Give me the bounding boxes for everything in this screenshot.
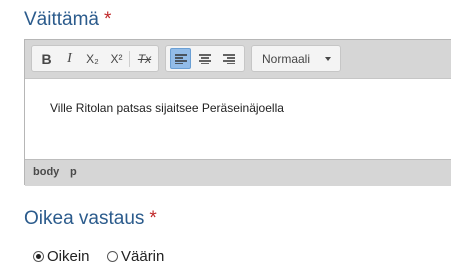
bold-button[interactable]: B (36, 48, 57, 69)
radio-label: Oikein (47, 248, 90, 265)
format-value: Normaali (262, 52, 311, 66)
path-item-p[interactable]: p (70, 166, 77, 178)
basic-styles-group: B I X₂ X² Tx (31, 45, 159, 72)
required-mark: * (103, 9, 112, 30)
radio-oikein[interactable]: Oikein (33, 248, 90, 265)
answer-heading: Oikea vastaus * (24, 208, 157, 230)
align-center-icon[interactable] (194, 48, 215, 69)
editor-toolbar: B I X₂ X² Tx Normaali (25, 40, 451, 78)
align-right-icon[interactable] (218, 48, 239, 69)
answer-label: Oikea vastaus (24, 208, 145, 229)
alignment-group (165, 45, 245, 72)
required-mark: * (149, 208, 157, 229)
radio-checked-icon[interactable] (33, 251, 44, 262)
statement-label: Väittämä (24, 9, 99, 30)
remove-format-button[interactable]: Tx (134, 48, 155, 69)
element-path-bar: body p (25, 159, 451, 186)
subscript-button[interactable]: X₂ (82, 48, 103, 69)
editor-content-area[interactable]: Ville Ritolan patsas sijaitsee Peräseinä… (25, 78, 451, 160)
italic-button[interactable]: I (59, 48, 80, 69)
path-item-body[interactable]: body (33, 166, 59, 178)
radio-vaarin[interactable]: Väärin (107, 248, 164, 265)
editor-paragraph: Ville Ritolan patsas sijaitsee Peräseinä… (50, 101, 284, 115)
radio-unchecked-icon[interactable] (107, 251, 118, 262)
radio-label: Väärin (121, 248, 165, 265)
statement-heading: Väittämä * (24, 9, 111, 31)
rich-text-editor: B I X₂ X² Tx Normaali Ville Ritolan pats… (24, 39, 451, 186)
format-dropdown[interactable]: Normaali (251, 45, 341, 72)
toolbar-separator (129, 51, 130, 67)
align-left-icon[interactable] (170, 48, 191, 69)
superscript-button[interactable]: X² (106, 48, 127, 69)
chevron-down-icon (325, 57, 331, 61)
